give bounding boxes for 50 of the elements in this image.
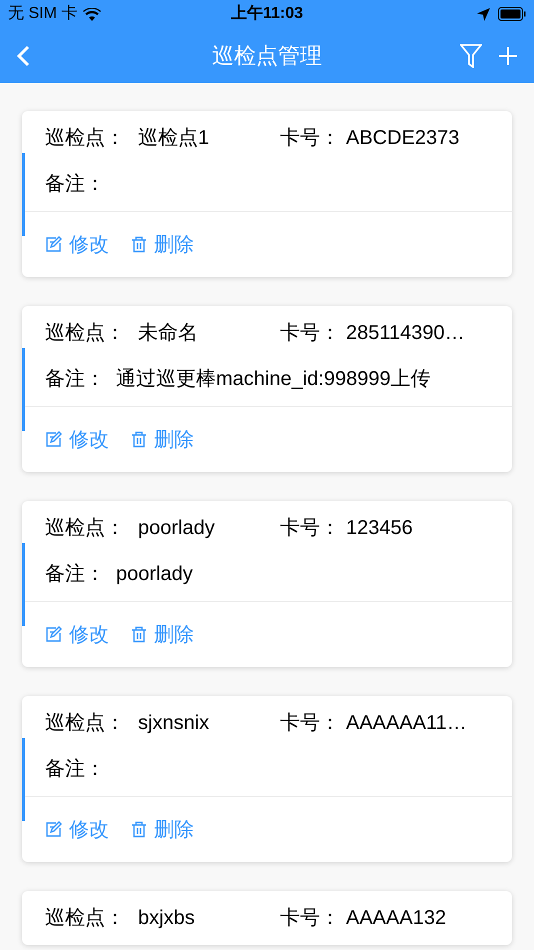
trash-icon xyxy=(131,626,147,643)
edit-icon xyxy=(45,626,62,643)
field-label: 卡号： xyxy=(280,516,341,541)
delete-button[interactable]: 删除 xyxy=(131,814,194,844)
delete-button[interactable]: 删除 xyxy=(131,230,194,260)
field-label: 备注： xyxy=(45,562,106,587)
clock-text: 上午11:03 xyxy=(230,4,304,24)
note-text: poorlady xyxy=(116,562,193,587)
field-label: 卡号： xyxy=(280,321,341,346)
page-title: 巡检点管理 xyxy=(212,42,322,70)
edit-button[interactable]: 修改 xyxy=(45,814,109,844)
field-label: 卡号： xyxy=(280,906,341,931)
point-name: 未命名 xyxy=(138,321,199,346)
trash-icon xyxy=(131,236,147,253)
field-label: 巡检点： xyxy=(45,711,126,736)
card-number: 285114390… xyxy=(346,321,465,346)
field-label: 备注： xyxy=(45,172,106,197)
edit-button[interactable]: 修改 xyxy=(45,620,109,650)
field-label: 备注： xyxy=(45,367,106,392)
point-name: bxjxbs xyxy=(138,906,196,931)
trash-icon xyxy=(131,431,147,448)
point-name: sjxnsnix xyxy=(138,711,210,736)
field-label: 卡号： xyxy=(280,126,341,151)
field-label: 巡检点： xyxy=(45,906,126,931)
edit-icon xyxy=(45,236,62,253)
edit-icon xyxy=(45,431,62,448)
card-number: AAAAAA11… xyxy=(346,711,467,736)
card-number: ABCDE2373 xyxy=(346,126,460,151)
edit-button[interactable]: 修改 xyxy=(45,424,109,454)
point-name: poorlady xyxy=(138,516,216,541)
delete-button[interactable]: 删除 xyxy=(131,424,194,454)
location-icon xyxy=(477,8,490,20)
field-label: 卡号： xyxy=(280,711,341,736)
edit-button[interactable]: 修改 xyxy=(45,230,109,260)
carrier-text: 无 SIM 卡 xyxy=(8,4,78,24)
field-label: 巡检点： xyxy=(45,126,126,151)
card-number: AAAAA132 xyxy=(346,906,446,931)
field-label: 巡检点： xyxy=(45,516,126,541)
point-name: 巡检点1 xyxy=(138,126,210,151)
edit-icon xyxy=(45,821,62,838)
field-label: 巡检点： xyxy=(45,321,126,346)
battery-icon xyxy=(498,7,526,21)
field-label: 备注： xyxy=(45,757,106,782)
trash-icon xyxy=(131,821,147,838)
add-button[interactable] xyxy=(498,46,518,66)
card-number: 123456 xyxy=(346,516,413,541)
note-text: 通过巡更棒machine_id:998999上传 xyxy=(116,367,431,392)
filter-button[interactable] xyxy=(460,44,482,68)
delete-button[interactable]: 删除 xyxy=(131,620,194,650)
wifi-icon xyxy=(83,8,102,20)
